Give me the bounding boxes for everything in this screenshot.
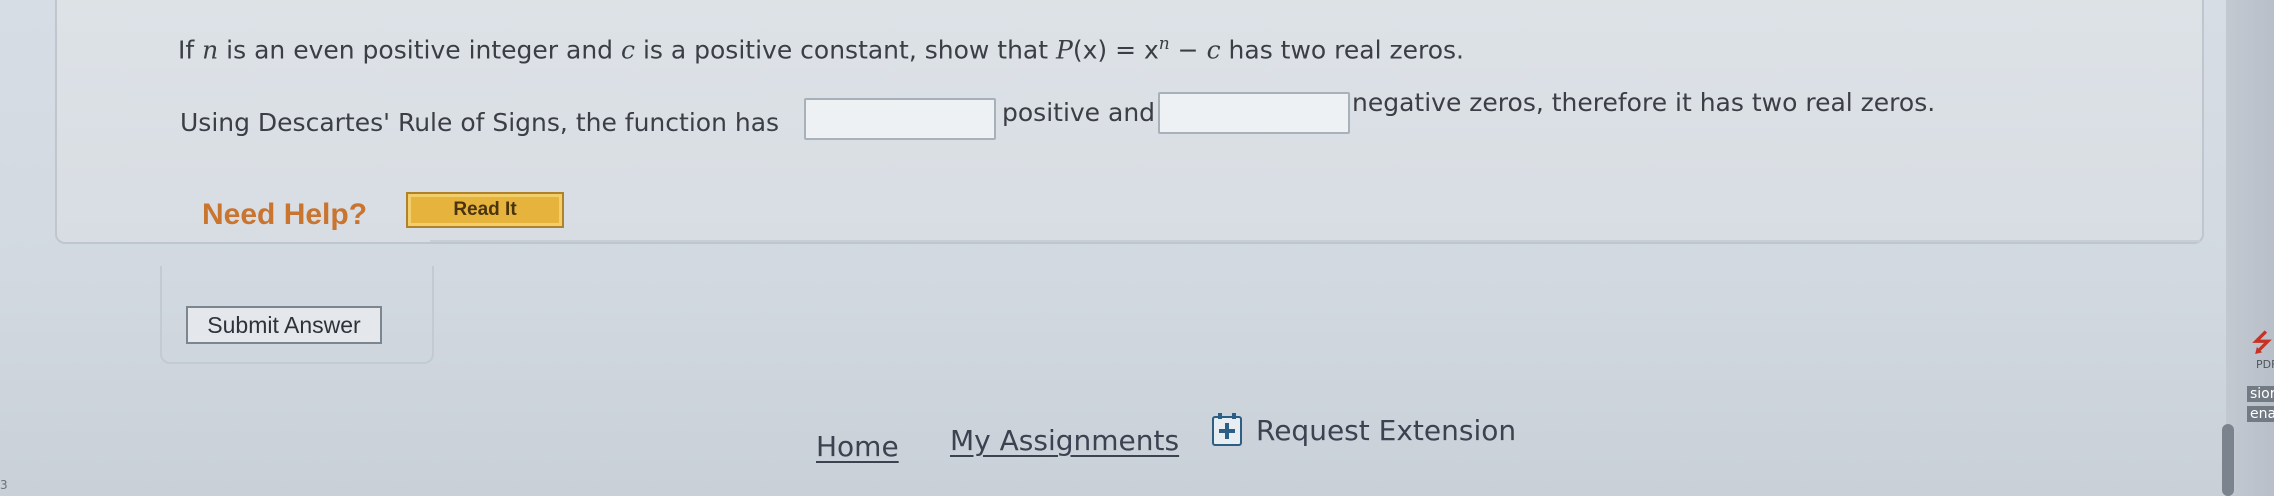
answer-text-3: negative zeros, therefore it has two rea… <box>1352 88 1936 117</box>
question-text: If n is an even positive integer and c i… <box>178 34 1464 65</box>
read-it-button[interactable]: Read It <box>406 192 564 228</box>
cut-text-1: sior <box>2247 386 2274 402</box>
home-link[interactable]: Home <box>816 430 899 463</box>
answer-text-1: Using Descartes' Rule of Signs, the func… <box>180 108 780 137</box>
positive-zeros-input[interactable] <box>804 98 996 140</box>
request-extension-link[interactable]: Request Extension <box>1212 412 1517 447</box>
divider <box>430 240 2200 242</box>
my-assignments-link[interactable]: My Assignments <box>950 424 1179 457</box>
request-extension-label: Request Extension <box>1256 414 1517 447</box>
scrollbar[interactable] <box>2222 424 2234 496</box>
need-help-label: Need Help? <box>202 198 368 231</box>
left-edge-number: 3 <box>0 478 8 492</box>
answer-text-2: positive and <box>1002 98 1156 127</box>
negative-zeros-input[interactable] <box>1158 92 1350 134</box>
calendar-plus-icon <box>1212 412 1242 446</box>
cut-text-2: ena <box>2247 406 2274 422</box>
submit-answer-button[interactable]: Submit Answer <box>186 306 382 344</box>
pdf-label: PDF <box>2256 358 2274 371</box>
